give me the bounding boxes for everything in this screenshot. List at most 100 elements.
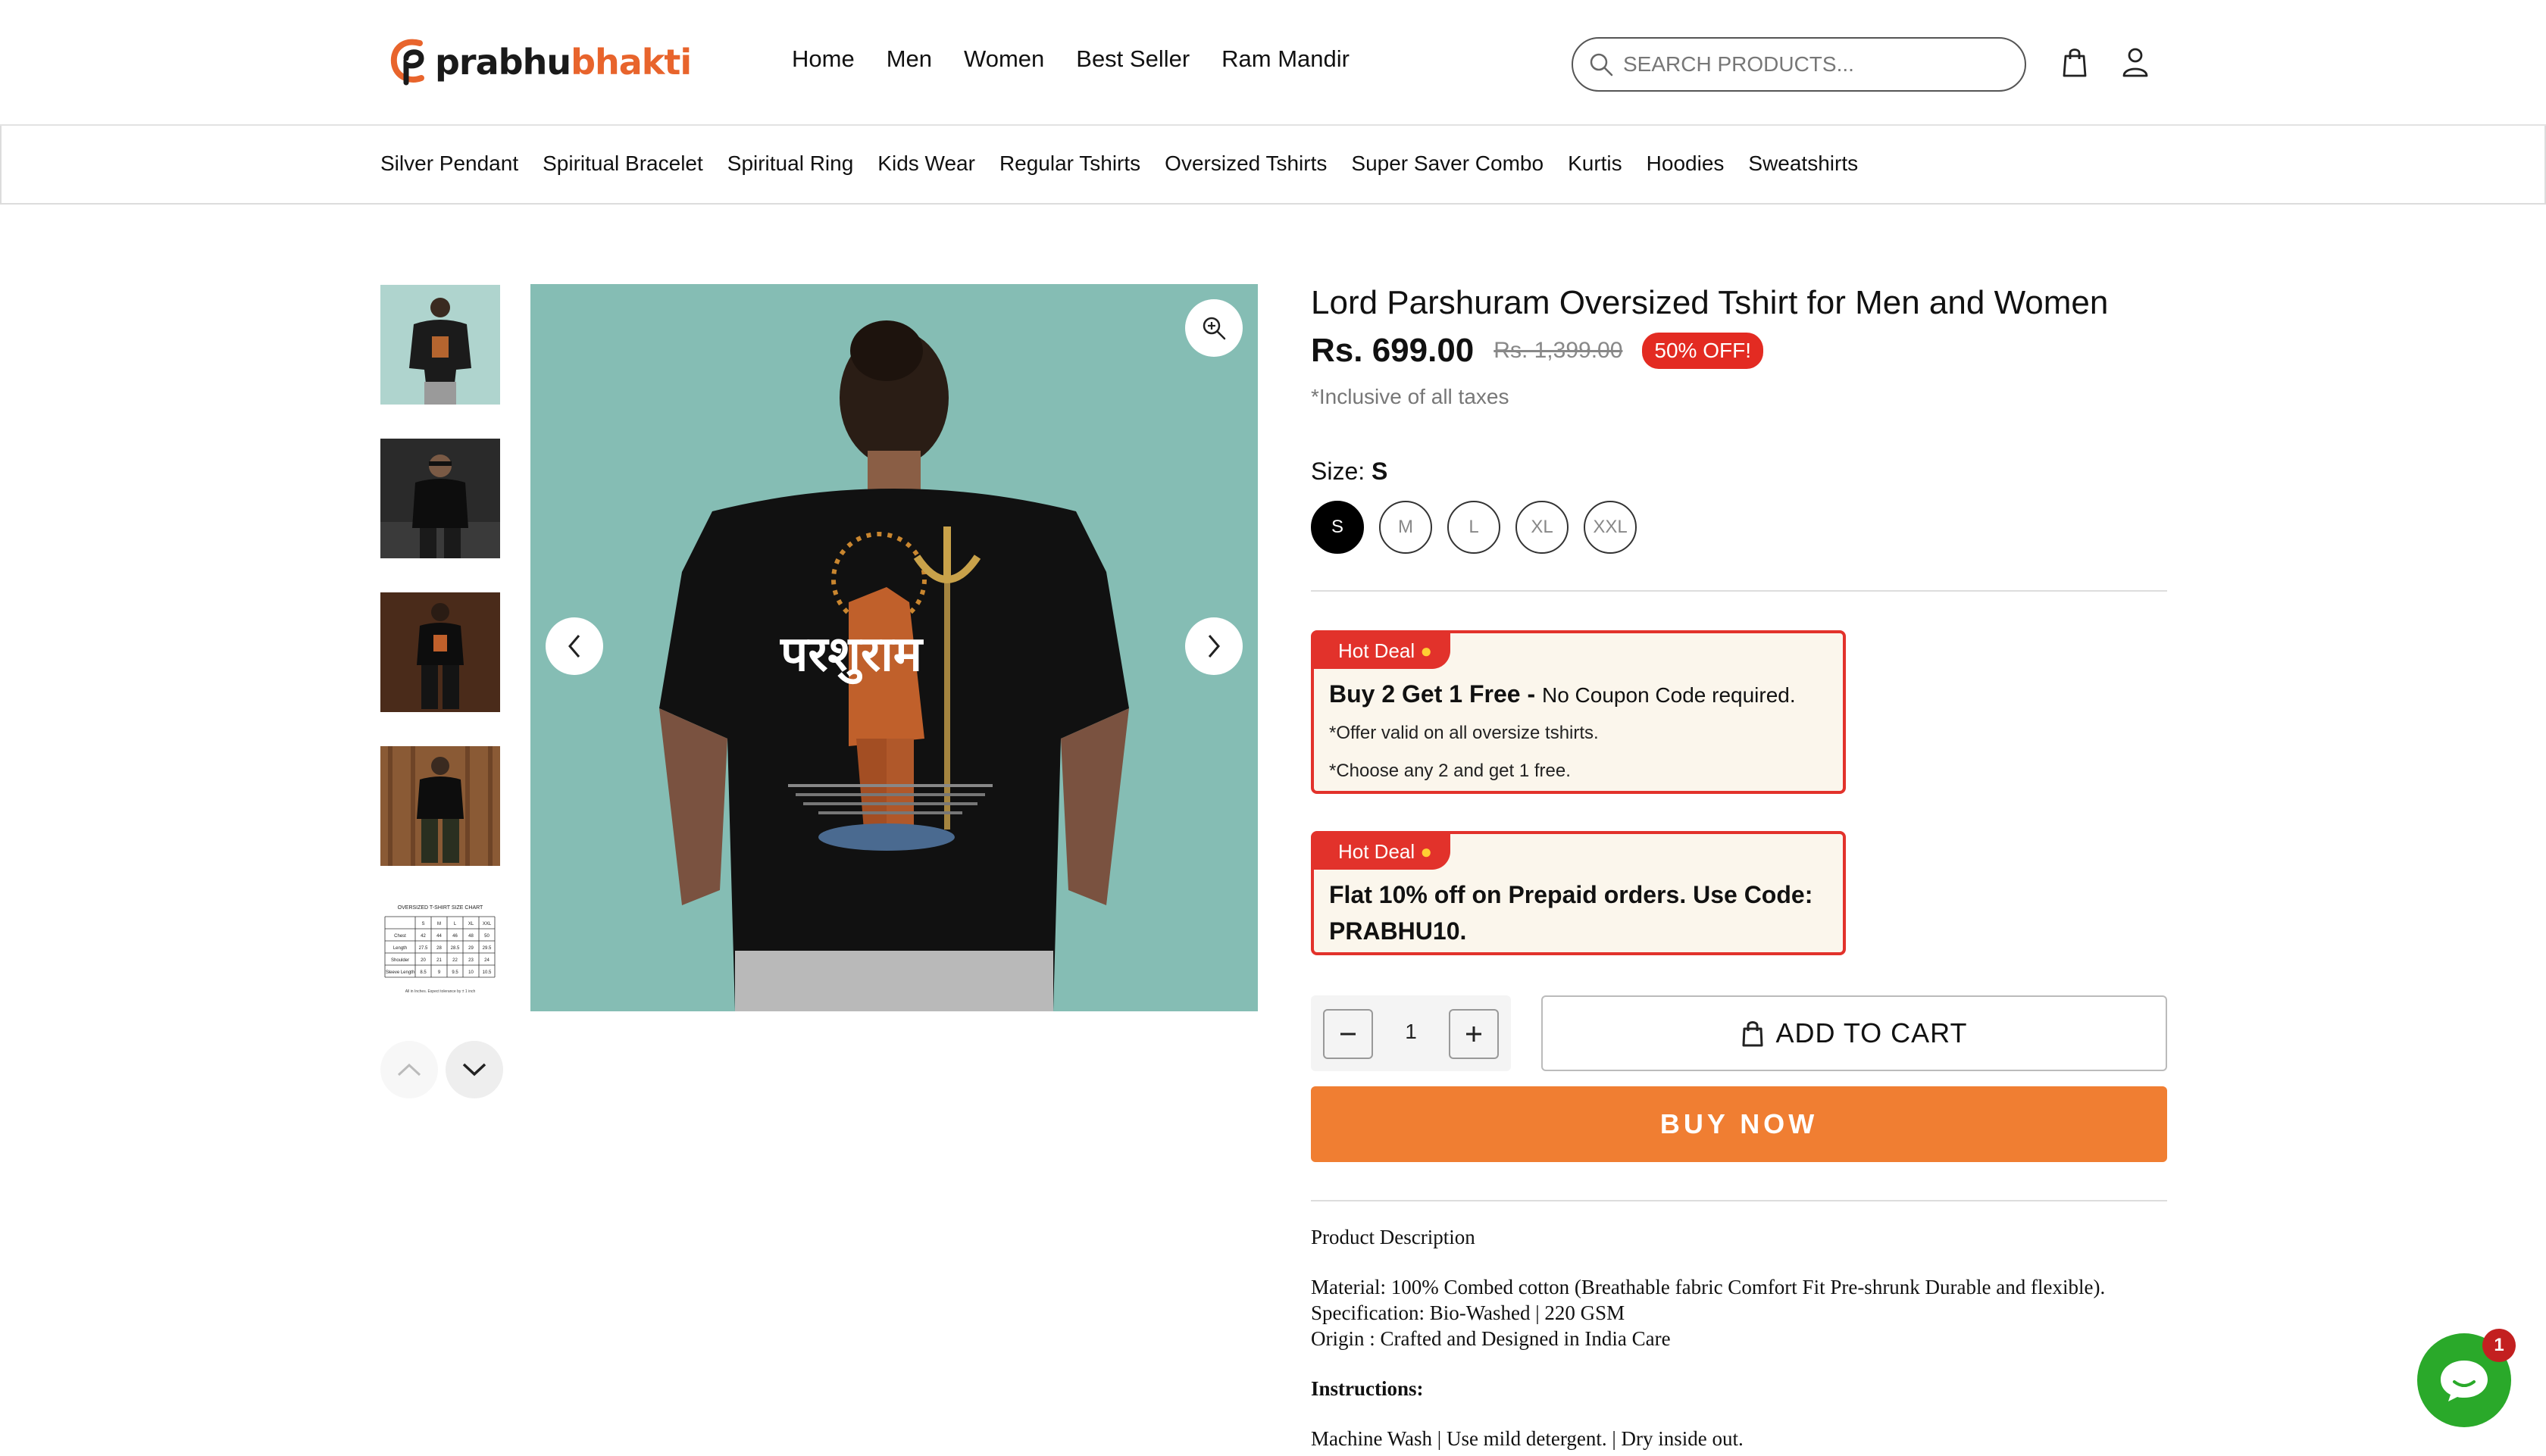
search-box[interactable] (1572, 37, 2026, 92)
size-chart-image: OVERSIZED T-SHIRT SIZE CHART S M L XL XXLChe… (380, 900, 500, 1020)
main-product-image[interactable]: परशुराम (530, 284, 1258, 1011)
nav-women[interactable]: Women (964, 45, 1044, 73)
user-icon[interactable] (2120, 45, 2150, 79)
size-chart-row-label: Length (393, 946, 407, 951)
zoom-button[interactable] (1185, 299, 1243, 357)
thumbnail-size-chart[interactable]: OVERSIZED T-SHIRT SIZE CHART S M L XL XXL Che… (380, 900, 500, 1020)
chevron-left-icon (568, 635, 580, 658)
category-kids-wear[interactable]: Kids Wear (877, 152, 975, 176)
hot-deal-tag-label: Hot Deal (1338, 840, 1415, 863)
quantity-increase-button[interactable] (1449, 1009, 1499, 1059)
site-header: prabhubhakti Home Men Women Best Seller … (0, 0, 2546, 126)
logo-mark-icon (390, 39, 424, 86)
category-regular-tshirts[interactable]: Regular Tshirts (999, 152, 1140, 176)
brand-name-part1: prabhu (435, 42, 571, 83)
add-to-cart-label: ADD TO CART (1775, 1017, 1968, 1048)
hot-deal-card-1: Hot Deal ● Buy 2 Get 1 Free - No Coupon … (1311, 630, 1846, 794)
category-kurtis[interactable]: Kurtis (1568, 152, 1622, 176)
search-input[interactable] (1623, 52, 2002, 77)
size-label: Size: S (1311, 458, 2167, 486)
quantity-stepper: 1 (1311, 995, 1511, 1071)
size-option-l[interactable]: L (1447, 501, 1500, 554)
description-material: Material: 100% Combed cotton (Breathable… (1311, 1276, 2106, 1298)
category-super-saver-combo[interactable]: Super Saver Combo (1351, 152, 1544, 176)
brand-name: prabhubhakti (435, 42, 692, 83)
deal-headline-note: No Coupon Code required. (1541, 683, 1796, 707)
size-chart-cell: 44 (436, 934, 442, 939)
thumbnail-3[interactable] (380, 592, 500, 712)
thumbnail-image (380, 439, 500, 558)
category-hoodies[interactable]: Hoodies (1647, 152, 1725, 176)
image-prev-button[interactable] (546, 617, 603, 675)
chat-bubble-icon (2441, 1361, 2488, 1401)
zoom-icon (1203, 317, 1226, 340)
thumbnail-prev-button[interactable] (380, 1041, 438, 1098)
hot-deal-tag: Hot Deal ● (1314, 633, 1451, 669)
size-chart-cell: 21 (436, 958, 442, 963)
thumbnail-nav (380, 1041, 503, 1098)
add-to-cart-button[interactable]: ADD TO CART (1541, 995, 2167, 1071)
size-chart-cell: 23 (468, 958, 474, 963)
size-chart-cell: 50 (484, 934, 489, 939)
chat-unread-badge: 1 (2482, 1329, 2516, 1362)
taxes-note: *Inclusive of all taxes (1311, 385, 1509, 408)
quantity-value[interactable]: 1 (1373, 1020, 1449, 1044)
brand-logo[interactable]: prabhubhakti (388, 33, 692, 91)
size-chart-cell: 10 (468, 970, 474, 975)
size-chart-row-label: Chest (394, 934, 406, 939)
hot-deal-tag-label: Hot Deal (1338, 639, 1415, 662)
size-option-xxl[interactable]: XXL (1584, 501, 1637, 554)
size-chart-header-cell: M (437, 922, 441, 926)
image-next-button[interactable] (1185, 617, 1243, 675)
size-chart-cell: 29 (468, 946, 474, 951)
hot-deal-tag: Hot Deal ● (1314, 834, 1451, 870)
size-option-m[interactable]: M (1379, 501, 1432, 554)
size-chart-cell: 20 (421, 958, 426, 963)
deal-line-2: *Choose any 2 and get 1 free. (1329, 761, 1571, 781)
chat-widget-button[interactable]: 1 (2417, 1329, 2516, 1427)
size-chart-cell: 22 (452, 958, 458, 963)
buy-now-button[interactable]: BUY NOW (1311, 1086, 2167, 1162)
nav-home[interactable]: Home (792, 45, 855, 73)
category-spiritual-ring[interactable]: Spiritual Ring (727, 152, 854, 176)
cart-bag-icon[interactable] (2060, 45, 2090, 79)
nav-best-seller[interactable]: Best Seller (1076, 45, 1190, 73)
nav-ram-mandir[interactable]: Ram Mandir (1221, 45, 1350, 73)
deal-line-1: *Offer valid on all oversize tshirts. (1329, 723, 1599, 743)
product-photo: परशुराम (530, 284, 1258, 1011)
size-chart-cell: 28 (436, 946, 442, 951)
size-chart-cell: 42 (421, 934, 426, 939)
category-spiritual-bracelet[interactable]: Spiritual Bracelet (543, 152, 703, 176)
size-label-text: Size: (1311, 458, 1372, 485)
search-icon[interactable] (1588, 52, 1614, 77)
minus-icon (1340, 1033, 1356, 1036)
size-chart-cell: 48 (468, 934, 474, 939)
size-chart-header-cell: S (421, 922, 424, 926)
plus-icon (1466, 1026, 1481, 1042)
category-sweatshirts[interactable]: Sweatshirts (1748, 152, 1858, 176)
thumbnail-image (380, 285, 500, 405)
divider (1311, 590, 2167, 592)
size-options: S M L XL XXL (1311, 501, 2167, 554)
thumbnail-image (380, 592, 500, 712)
size-option-s[interactable]: S (1311, 501, 1364, 554)
category-silver-pendant[interactable]: Silver Pendant (380, 152, 518, 176)
shirt-print-text: परशुराम (780, 626, 924, 685)
size-chart-cell: 24 (484, 958, 489, 963)
description-specification: Specification: Bio-Washed | 220 GSM (1311, 1301, 1625, 1324)
thumbnail-4[interactable] (380, 746, 500, 866)
size-option-xl[interactable]: XL (1515, 501, 1569, 554)
product-price: Rs. 699.00 (1311, 332, 1475, 369)
category-nav: Silver Pendant Spiritual Bracelet Spirit… (0, 126, 2546, 205)
chevron-down-icon (462, 1063, 486, 1076)
thumbnail-next-button[interactable] (446, 1041, 503, 1098)
product-title: Lord Parshuram Oversized Tshirt for Men … (1311, 284, 2109, 321)
quantity-decrease-button[interactable] (1323, 1009, 1373, 1059)
thumbnail-2[interactable] (380, 439, 500, 558)
discount-badge: 50% OFF! (1642, 333, 1763, 369)
product-info: Lord Parshuram Oversized Tshirt for Men … (1311, 282, 2167, 592)
category-oversized-tshirts[interactable]: Oversized Tshirts (1165, 152, 1327, 176)
hot-deal-card-2: Hot Deal ● Flat 10% off on Prepaid order… (1311, 831, 1846, 955)
nav-men[interactable]: Men (887, 45, 932, 73)
thumbnail-1[interactable] (380, 285, 500, 405)
